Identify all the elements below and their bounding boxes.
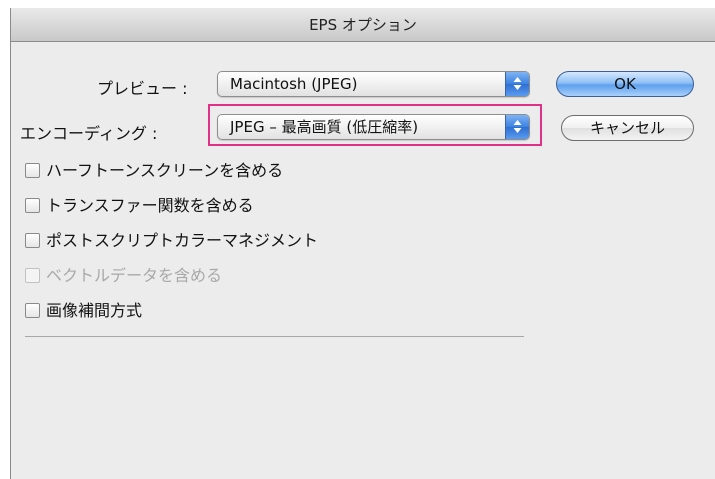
postscript-color-label: ポストスクリプトカラーマネジメント [46, 231, 319, 250]
transfer-function-checkbox[interactable] [25, 198, 40, 213]
image-interpolation-label: 画像補間方式 [46, 301, 143, 320]
separator-line [25, 336, 524, 337]
cancel-button[interactable]: キャンセル [561, 115, 694, 141]
halftone-label: ハーフトーンスクリーンを含める [46, 161, 284, 180]
vector-data-label: ベクトルデータを含める [46, 266, 223, 285]
preview-label: プレビュー : [97, 79, 188, 98]
encoding-select[interactable]: JPEG – 最高画質 (低圧縮率) [217, 114, 530, 140]
image-interpolation-checkbox[interactable] [25, 303, 40, 318]
updown-arrows-icon [505, 72, 529, 96]
encoding-select-value: JPEG – 最高画質 (低圧縮率) [230, 118, 419, 136]
ok-button[interactable]: OK [556, 71, 694, 97]
postscript-color-checkbox[interactable] [25, 233, 40, 248]
encoding-label: エンコーディング : [20, 124, 158, 143]
vector-data-checkbox [25, 268, 40, 283]
updown-arrows-icon [505, 115, 529, 139]
dialog-title: EPS オプション [11, 8, 715, 42]
preview-select-value: Macintosh (JPEG) [230, 75, 358, 93]
halftone-checkbox[interactable] [25, 163, 40, 178]
eps-options-dialog: EPS オプション プレビュー : Macintosh (JPEG) エンコーデ… [10, 8, 715, 479]
transfer-function-label: トランスファー関数を含める [46, 196, 254, 215]
preview-select[interactable]: Macintosh (JPEG) [217, 71, 530, 97]
